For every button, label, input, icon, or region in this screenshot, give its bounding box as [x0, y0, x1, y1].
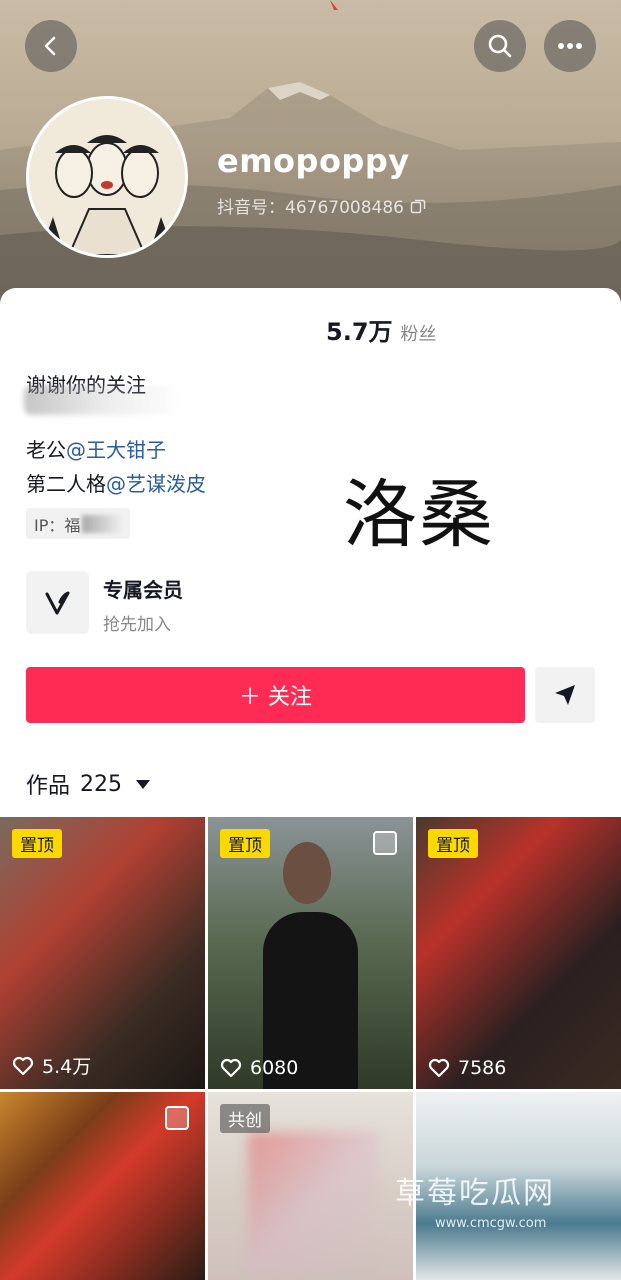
copy-icon[interactable] [410, 198, 426, 214]
fans-stat[interactable]: 5.7万 粉丝 [326, 312, 437, 347]
message-button[interactable] [535, 667, 595, 723]
likes-count: 7586 [428, 1057, 506, 1079]
send-icon [555, 685, 575, 705]
pinned-tag: 置顶 [12, 829, 62, 858]
multi-image-icon [373, 831, 397, 855]
fans-label: 粉丝 [400, 324, 437, 345]
username: emopoppy [217, 142, 410, 180]
search-button[interactable] [474, 20, 526, 72]
co-create-tag: 共创 [220, 1104, 270, 1133]
likes-count: 6080 [220, 1057, 298, 1079]
works-tab[interactable]: 作品 225 [26, 768, 151, 800]
watermark-url: www.cmcgw.com [435, 1216, 547, 1231]
works-count: 225 [80, 771, 123, 797]
grid-item-1[interactable]: 置顶 5.4万 [0, 817, 205, 1089]
heart-icon [220, 1058, 242, 1078]
membership-title[interactable]: 专属会员 [103, 574, 183, 603]
more-dots-icon [558, 43, 582, 49]
second-persona-label: 第二人格 [26, 472, 106, 496]
heart-icon [12, 1056, 34, 1075]
bio-second-persona-line: 第二人格@艺谋泼皮 [26, 468, 206, 497]
follow-label: ＋ 关注 [239, 685, 312, 710]
avatar[interactable] [26, 96, 188, 258]
membership-v-icon [45, 591, 69, 614]
pinned-tag: 置顶 [220, 829, 270, 858]
pinned-tag: 置顶 [428, 829, 478, 858]
avatar-illustration [29, 99, 185, 255]
works-label: 作品 [26, 774, 71, 799]
grid-item-3[interactable]: 置顶 7586 [416, 817, 621, 1089]
ip-location-badge: IP：福 [26, 508, 131, 539]
grid-item-5[interactable]: 共创 [208, 1092, 413, 1280]
overlay-name: 洛桑 [343, 472, 495, 558]
back-button[interactable] [25, 20, 77, 72]
douyin-id-text: 抖音号：46767008486 [217, 198, 404, 218]
membership-icon-box[interactable] [26, 571, 89, 634]
grid-item-4[interactable] [0, 1092, 205, 1280]
likes-value: 7586 [458, 1057, 507, 1079]
follow-button[interactable]: ＋ 关注 [26, 667, 525, 723]
heart-icon [428, 1058, 450, 1078]
likes-count: 5.4万 [12, 1052, 91, 1079]
husband-mention-link[interactable]: @王大钳子 [66, 438, 166, 462]
douyin-id: 抖音号：46767008486 [217, 193, 426, 218]
blurred-bio-line [24, 385, 184, 415]
figure-head [283, 842, 331, 904]
multi-image-icon [165, 1106, 189, 1130]
watermark-title: 草莓吃瓜网 [395, 1176, 555, 1211]
caret-down-icon [136, 779, 151, 789]
likes-value: 6080 [250, 1057, 299, 1079]
blurred-content [248, 1132, 378, 1272]
grid-item-2[interactable]: 置顶 6080 [208, 817, 413, 1089]
ip-blur [82, 514, 123, 533]
bio-husband-line: 老公@王大钳子 [26, 434, 166, 463]
chevron-left-icon [44, 36, 56, 56]
fans-count: 5.7万 [326, 318, 393, 346]
search-icon [488, 34, 512, 58]
husband-label: 老公 [26, 438, 66, 462]
more-button[interactable] [544, 20, 596, 72]
ip-label: IP：福 [34, 515, 81, 535]
membership-subtitle: 抢先加入 [103, 615, 171, 635]
second-persona-mention-link[interactable]: @艺谋泼皮 [106, 472, 206, 496]
likes-value: 5.4万 [42, 1056, 92, 1078]
